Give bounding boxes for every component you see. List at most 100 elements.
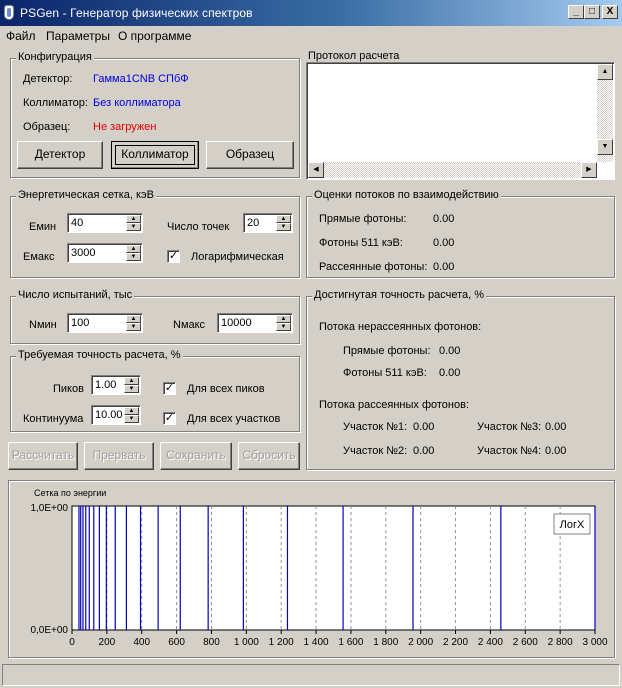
scattered-header: Потока рассеянных фотонов: bbox=[319, 399, 470, 411]
emin-spin[interactable]: 40 ▲ ▼ bbox=[67, 213, 143, 233]
all-parts-checkbox[interactable]: ✓ bbox=[163, 412, 176, 425]
title-bar[interactable]: PSGen - Генератор физических спектров _ … bbox=[0, 0, 622, 26]
spin-down-icon[interactable]: ▼ bbox=[126, 223, 141, 231]
collimator-value: Без коллиматора bbox=[93, 97, 181, 109]
x-tick-label: 2 000 bbox=[408, 637, 433, 648]
scroll-down-arrow-icon[interactable]: ▼ bbox=[597, 139, 613, 155]
app-icon bbox=[4, 5, 14, 20]
x-tick-label: 600 bbox=[168, 637, 185, 648]
points-value: 20 bbox=[247, 217, 260, 229]
menu-file[interactable]: Файл bbox=[6, 29, 36, 43]
sample-label: Образец: bbox=[23, 121, 71, 133]
calculate-button[interactable]: Рассчитать bbox=[8, 442, 78, 470]
save-button[interactable]: Сохранить bbox=[160, 442, 232, 470]
x-tick-label: 3 000 bbox=[582, 637, 607, 648]
protocol-memo[interactable]: ▲ ▼ ◀ ▶ bbox=[306, 62, 615, 180]
protocol-hscroll[interactable] bbox=[308, 162, 597, 178]
y-tick-label-bottom: 0,0E+00 bbox=[30, 625, 68, 636]
chart-title: Сетка по энергии bbox=[34, 488, 106, 498]
spin-up-icon[interactable]: ▲ bbox=[124, 407, 139, 415]
config-group: Конфигурация Детектор: Гамма1CNB СПбФ Ко… bbox=[10, 51, 300, 178]
spin-down-icon[interactable]: ▼ bbox=[126, 323, 141, 331]
part3-label: Участок №3: bbox=[477, 421, 542, 433]
menu-parameters[interactable]: Параметры bbox=[46, 29, 110, 43]
all-parts-label: Для всех участков bbox=[187, 413, 281, 425]
energy-group: Энергетическая сетка, кэВ Емин 40 ▲ ▼ Чис… bbox=[10, 189, 300, 278]
achieved-group: Достигнутая точность расчета, % Потока н… bbox=[306, 289, 615, 470]
menu-bar: Файл Параметры О программе bbox=[0, 26, 622, 46]
flux-511-label: Фотоны 511 кэВ: bbox=[319, 237, 403, 249]
emax-value: 3000 bbox=[71, 247, 96, 259]
x-tick-label: 1 400 bbox=[304, 637, 329, 648]
reset-button[interactable]: Сбросить bbox=[238, 442, 300, 470]
spin-up-icon[interactable]: ▲ bbox=[124, 377, 139, 385]
flux-direct-value: 0.00 bbox=[433, 213, 455, 225]
x-tick-label: 2 400 bbox=[478, 637, 503, 648]
log-checkbox[interactable]: ✓ bbox=[167, 250, 180, 263]
spin-up-icon[interactable]: ▲ bbox=[126, 245, 141, 253]
flux-legend: Оценки потоков по взаимодействию bbox=[312, 189, 501, 201]
achieved-511-label: Фотоны 511 кэВ: bbox=[343, 367, 427, 379]
continuum-label: Континуума bbox=[23, 413, 84, 425]
part3-value: 0.00 bbox=[545, 421, 567, 433]
part2-value: 0.00 bbox=[413, 445, 435, 457]
sample-button-label: Образец bbox=[225, 147, 275, 161]
spin-up-icon[interactable]: ▲ bbox=[126, 315, 141, 323]
detector-label: Детектор: bbox=[23, 73, 73, 85]
spin-down-icon[interactable]: ▼ bbox=[276, 323, 291, 331]
emax-label: Емакс bbox=[23, 251, 55, 263]
nmin-value: 100 bbox=[71, 317, 90, 329]
stop-button[interactable]: Прервать bbox=[84, 442, 154, 470]
sample-button[interactable]: Образец bbox=[206, 141, 294, 169]
spin-up-icon[interactable]: ▲ bbox=[276, 215, 291, 223]
emin-value: 40 bbox=[71, 217, 84, 229]
x-tick-label: 1 000 bbox=[234, 637, 259, 648]
spin-up-icon[interactable]: ▲ bbox=[126, 215, 141, 223]
achieved-direct-label: Прямые фотоны: bbox=[343, 345, 431, 357]
nmax-spin[interactable]: 10000 ▲ ▼ bbox=[217, 313, 293, 333]
window-title: PSGen - Генератор физических спектров bbox=[20, 6, 253, 20]
nmin-spin[interactable]: 100 ▲ ▼ bbox=[67, 313, 143, 333]
collimator-button[interactable]: Коллиматор bbox=[111, 141, 199, 169]
protocol-label: Протокол расчета bbox=[308, 50, 400, 62]
all-peaks-checkbox[interactable]: ✓ bbox=[163, 382, 176, 395]
minimize-button[interactable]: _ bbox=[568, 5, 584, 19]
flux-group: Оценки потоков по взаимодействию Прямые … bbox=[306, 189, 615, 278]
part4-label: Участок №4: bbox=[477, 445, 542, 457]
all-peaks-label: Для всех пиков bbox=[187, 383, 265, 395]
spin-down-icon[interactable]: ▼ bbox=[126, 253, 141, 261]
menu-about[interactable]: О программе bbox=[118, 29, 191, 43]
points-spin[interactable]: 20 ▲ ▼ bbox=[243, 213, 293, 233]
scroll-left-arrow-icon[interactable]: ◀ bbox=[308, 162, 324, 178]
spin-up-icon[interactable]: ▲ bbox=[276, 315, 291, 323]
emin-label: Емин bbox=[29, 221, 57, 233]
continuum-spin[interactable]: 10.00 ▲ ▼ bbox=[91, 405, 141, 425]
calculate-button-label: Рассчитать bbox=[11, 448, 75, 462]
x-tick-label: 2 800 bbox=[548, 637, 573, 648]
points-label: Число точек bbox=[167, 221, 230, 233]
collimator-button-label: Коллиматор bbox=[121, 147, 189, 161]
scroll-right-arrow-icon[interactable]: ▶ bbox=[581, 162, 597, 178]
detector-button[interactable]: Детектор bbox=[17, 141, 103, 169]
scroll-up-arrow-icon[interactable]: ▲ bbox=[597, 64, 613, 80]
trials-group: Число испытаний, тыс Nмин 100 ▲ ▼ Nмакс 1… bbox=[10, 289, 300, 344]
spin-down-icon[interactable]: ▼ bbox=[276, 223, 291, 231]
log-label: Логарифмическая bbox=[191, 251, 284, 263]
logx-button-label: ЛогX bbox=[560, 519, 585, 531]
close-button[interactable]: X bbox=[602, 5, 618, 19]
x-tick-label: 1 600 bbox=[338, 637, 363, 648]
peaks-spin[interactable]: 1.00 ▲ ▼ bbox=[91, 375, 141, 395]
spin-down-icon[interactable]: ▼ bbox=[124, 385, 139, 393]
precision-group: Требуемая точность расчета, % Пиков 1.00… bbox=[10, 349, 300, 432]
emax-spin[interactable]: 3000 ▲ ▼ bbox=[67, 243, 143, 263]
energy-legend: Энергетическая сетка, кэВ bbox=[16, 189, 156, 201]
nmax-label: Nмакс bbox=[173, 319, 206, 331]
x-tick-label: 200 bbox=[99, 637, 116, 648]
flux-direct-label: Прямые фотоны: bbox=[319, 213, 407, 225]
x-tick-label: 2 600 bbox=[513, 637, 538, 648]
peaks-label: Пиков bbox=[53, 383, 84, 395]
main-window: PSGen - Генератор физических спектров _ … bbox=[0, 0, 622, 688]
maximize-button[interactable]: □ bbox=[584, 5, 600, 19]
spin-down-icon[interactable]: ▼ bbox=[124, 415, 139, 423]
part1-label: Участок №1: bbox=[343, 421, 408, 433]
